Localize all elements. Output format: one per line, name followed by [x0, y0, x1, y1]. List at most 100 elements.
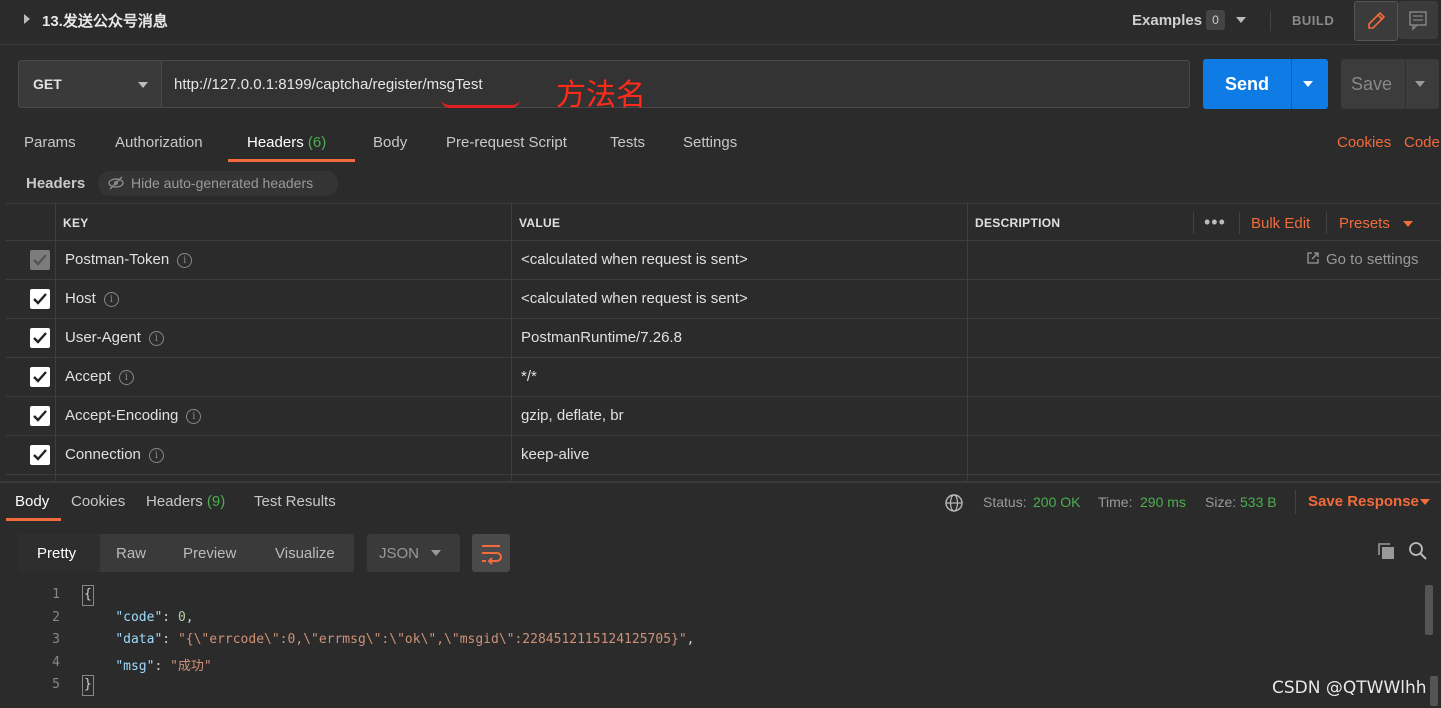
time-value[interactable]: 290 ms	[1140, 494, 1186, 510]
header-key[interactable]: User-Agent i	[65, 329, 164, 346]
view-tab-pretty[interactable]: Pretty	[37, 545, 76, 562]
response-tab-cookies[interactable]: Cookies	[71, 493, 125, 510]
checkbox[interactable]	[30, 406, 50, 426]
header-key[interactable]: Connection i	[65, 446, 164, 463]
divider	[1295, 490, 1296, 514]
method-label: GET	[33, 76, 62, 92]
divider	[1193, 212, 1194, 234]
code-line: "code": 0,	[115, 610, 194, 625]
table-row: User-Agent i PostmanRuntime/7.26.8	[6, 319, 1441, 358]
tab-tests[interactable]: Tests	[610, 134, 645, 151]
code-link[interactable]: Code	[1404, 134, 1440, 151]
go-to-settings-link[interactable]: Go to settings	[1306, 251, 1419, 268]
header-value[interactable]: keep-alive	[521, 446, 589, 463]
wrap-lines-button[interactable]	[472, 534, 510, 572]
tab-settings[interactable]: Settings	[683, 134, 737, 151]
info-icon: i	[118, 370, 134, 385]
header-key[interactable]: Accept-Encoding i	[65, 407, 202, 424]
send-button[interactable]: Send	[1203, 59, 1328, 109]
url-input[interactable]: http://127.0.0.1:8199/captcha/register/m…	[162, 60, 1190, 108]
examples-button[interactable]: Examples	[1132, 12, 1202, 29]
eye-off-icon	[107, 175, 125, 194]
comments-button[interactable]	[1398, 1, 1438, 39]
chevron-down-icon[interactable]	[1415, 81, 1425, 87]
response-tab-headers[interactable]: Headers (9)	[146, 493, 225, 510]
scrollbar[interactable]	[1425, 585, 1433, 635]
more-options-icon[interactable]: •••	[1204, 212, 1226, 233]
table-row: Accept i */*	[6, 358, 1441, 397]
chevron-down-icon[interactable]	[1403, 221, 1413, 227]
pane-divider[interactable]	[0, 481, 1441, 483]
save-label: Save	[1351, 74, 1393, 94]
code-line: "msg": "成功"	[115, 659, 212, 674]
chevron-down-icon	[138, 82, 148, 88]
comment-icon	[1409, 11, 1427, 31]
checkbox	[30, 250, 50, 270]
size-value[interactable]: 533 B	[1240, 494, 1277, 510]
headers-table: KEY VALUE DESCRIPTION ••• Bulk Edit Pres…	[6, 203, 1441, 481]
tab-params[interactable]: Params	[24, 134, 76, 151]
view-tab-raw[interactable]: Raw	[116, 545, 146, 562]
save-button[interactable]: Save	[1341, 59, 1439, 109]
checkbox[interactable]	[30, 328, 50, 348]
code-line: {	[84, 587, 92, 602]
column-header-key: KEY	[63, 216, 89, 230]
scrollbar[interactable]	[1430, 676, 1438, 706]
line-number: 4	[52, 655, 60, 670]
header-value[interactable]: gzip, deflate, br	[521, 407, 624, 424]
divider	[1291, 59, 1292, 109]
copy-icon[interactable]	[1376, 541, 1396, 565]
view-tab-preview[interactable]: Preview	[183, 545, 236, 562]
column-header-description: DESCRIPTION	[975, 216, 1061, 230]
checkbox[interactable]	[30, 445, 50, 465]
line-number: 3	[52, 632, 60, 647]
header-value[interactable]: <calculated when request is sent>	[521, 251, 748, 268]
edit-button[interactable]	[1354, 1, 1398, 41]
checkbox[interactable]	[30, 367, 50, 387]
bulk-edit-button[interactable]: Bulk Edit	[1251, 215, 1310, 232]
info-icon: i	[186, 409, 202, 424]
response-tab-body[interactable]: Body	[15, 493, 49, 510]
tab-body[interactable]: Body	[373, 134, 407, 151]
header-value[interactable]: PostmanRuntime/7.26.8	[521, 329, 682, 346]
chevron-down-icon[interactable]	[1236, 17, 1246, 23]
line-number: 1	[52, 587, 60, 602]
header-key[interactable]: Host i	[65, 290, 119, 307]
chevron-down-icon	[431, 550, 441, 556]
method-select[interactable]: GET	[18, 60, 162, 108]
tab-headers[interactable]: Headers (6)	[247, 134, 326, 151]
chevron-down-icon[interactable]	[1420, 499, 1430, 505]
examples-count-badge: 0	[1206, 10, 1225, 30]
header-value[interactable]: */*	[521, 368, 537, 385]
active-tab-indicator	[228, 159, 355, 162]
code-line: }	[84, 677, 92, 692]
watermark-text: CSDN @QTWWlhh	[1272, 678, 1427, 698]
search-icon[interactable]	[1408, 541, 1428, 565]
response-tab-headers-count: (9)	[206, 493, 226, 510]
request-title[interactable]: 13.发送公众号消息	[42, 10, 168, 31]
response-tab-test-results[interactable]: Test Results	[254, 493, 336, 510]
header-value[interactable]: <calculated when request is sent>	[521, 290, 748, 307]
table-row: Host i <calculated when request is sent>	[6, 280, 1441, 319]
tab-authorization[interactable]: Authorization	[115, 134, 203, 151]
tab-pre-request-script[interactable]: Pre-request Script	[446, 134, 567, 151]
save-response-button[interactable]: Save Response	[1308, 493, 1419, 510]
checkbox[interactable]	[30, 289, 50, 309]
header-key[interactable]: Accept i	[65, 368, 134, 385]
line-number: 5	[52, 677, 60, 692]
cookies-link[interactable]: Cookies	[1337, 134, 1391, 151]
hide-auto-headers-toggle[interactable]: Hide auto-generated headers	[98, 171, 338, 196]
build-mode-label[interactable]: BUILD	[1292, 13, 1334, 28]
info-icon: i	[148, 331, 164, 346]
headers-section-label: Headers	[26, 175, 86, 192]
format-select[interactable]: JSON	[367, 534, 460, 572]
expand-caret-icon[interactable]	[24, 14, 30, 24]
status-value[interactable]: 200 OK	[1033, 494, 1080, 510]
column-header-value: VALUE	[519, 216, 561, 230]
view-tab-visualize[interactable]: Visualize	[275, 545, 335, 562]
globe-icon[interactable]	[944, 493, 964, 517]
divider	[1270, 11, 1271, 31]
pencil-icon	[1368, 11, 1386, 29]
presets-button[interactable]: Presets	[1339, 215, 1390, 232]
chevron-down-icon[interactable]	[1303, 81, 1313, 87]
